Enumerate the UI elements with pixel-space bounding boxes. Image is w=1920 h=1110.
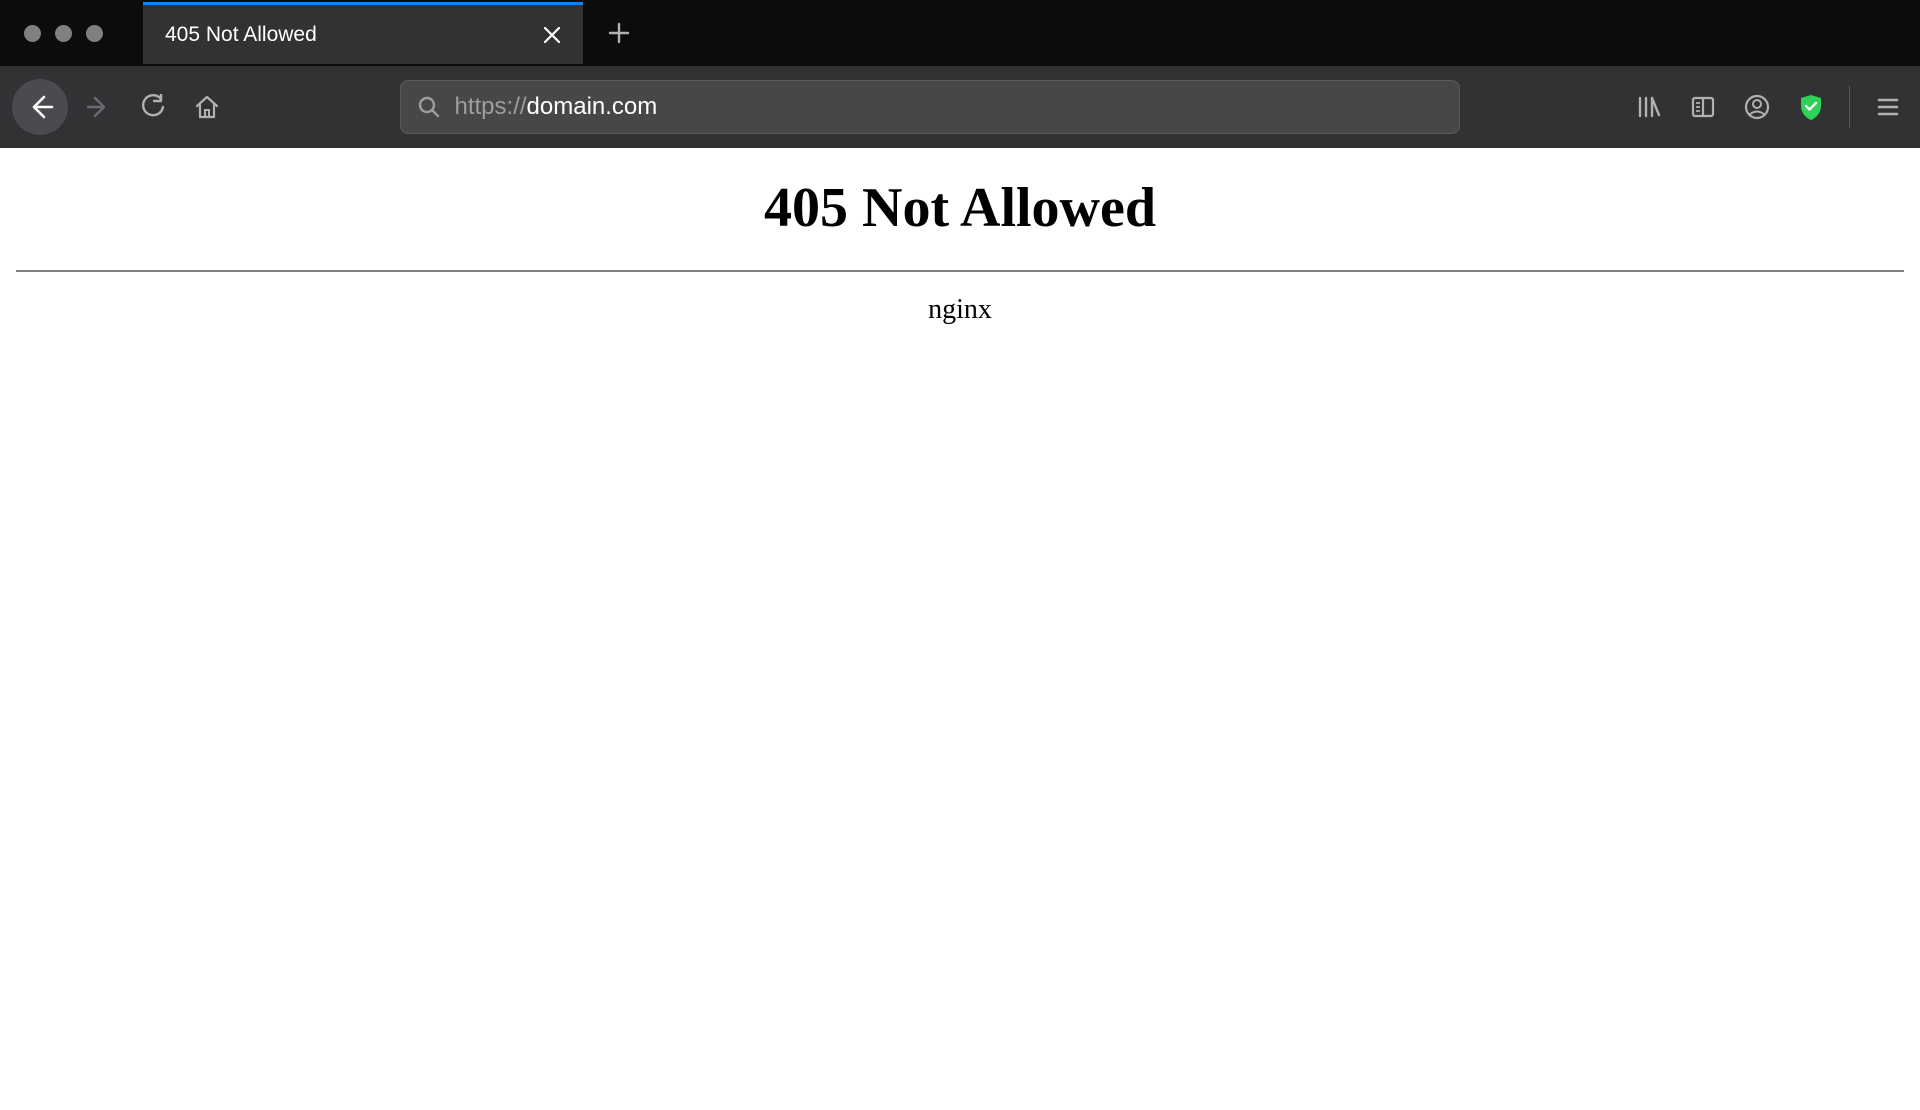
- sidebar-button[interactable]: [1683, 87, 1723, 127]
- toolbar-separator: [1849, 86, 1850, 128]
- home-button[interactable]: [184, 84, 230, 130]
- library-button[interactable]: [1629, 87, 1669, 127]
- browser-chrome: 405 Not Allowed https://domain.com: [0, 0, 1920, 148]
- browser-tab[interactable]: 405 Not Allowed: [143, 2, 583, 64]
- window-maximize-button[interactable]: [86, 25, 103, 42]
- shield-icon: [1798, 93, 1824, 121]
- search-icon: [417, 95, 441, 119]
- server-name: nginx: [0, 294, 1920, 326]
- new-tab-button[interactable]: [597, 11, 641, 55]
- tab-close-button[interactable]: [539, 22, 565, 48]
- reload-button[interactable]: [130, 84, 176, 130]
- library-icon: [1636, 94, 1662, 120]
- window-close-button[interactable]: [24, 25, 41, 42]
- window-minimize-button[interactable]: [55, 25, 72, 42]
- url-domain: domain.com: [527, 93, 658, 121]
- account-icon: [1744, 94, 1770, 120]
- arrow-right-icon: [87, 95, 111, 119]
- divider: [16, 270, 1904, 272]
- address-bar[interactable]: https://domain.com: [400, 80, 1460, 134]
- menu-button[interactable]: [1868, 87, 1908, 127]
- plus-icon: [608, 22, 630, 44]
- account-button[interactable]: [1737, 87, 1777, 127]
- window-controls: [0, 25, 143, 42]
- url-protocol: https://: [455, 93, 527, 121]
- close-icon: [543, 26, 561, 44]
- arrow-left-icon: [26, 93, 54, 121]
- home-icon: [194, 94, 220, 120]
- error-heading: 405 Not Allowed: [0, 176, 1920, 240]
- sidebar-icon: [1690, 94, 1716, 120]
- tab-strip: 405 Not Allowed: [0, 0, 1920, 66]
- shield-button[interactable]: [1791, 87, 1831, 127]
- url-text: https://domain.com: [455, 93, 658, 121]
- reload-icon: [140, 94, 166, 120]
- tab-title: 405 Not Allowed: [165, 23, 527, 47]
- back-button[interactable]: [12, 79, 68, 135]
- browser-toolbar: https://domain.com: [0, 66, 1920, 148]
- address-bar-container: https://domain.com: [238, 80, 1621, 134]
- hamburger-icon: [1876, 95, 1900, 119]
- page-content: 405 Not Allowed nginx: [0, 148, 1920, 326]
- toolbar-right: [1629, 86, 1908, 128]
- forward-button[interactable]: [76, 84, 122, 130]
